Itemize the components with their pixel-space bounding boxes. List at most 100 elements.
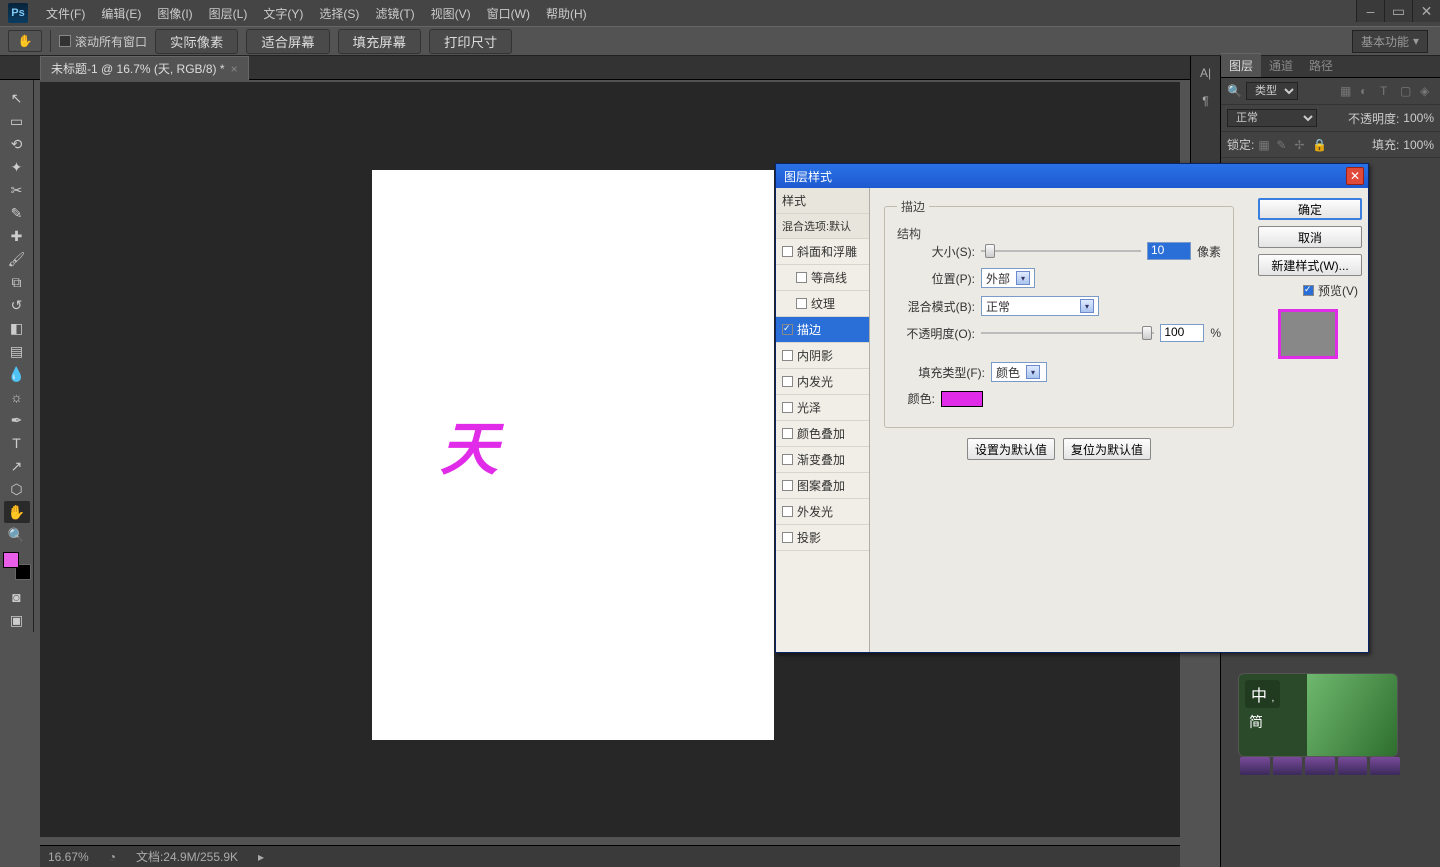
lock-transparent-icon[interactable]: ▦	[1258, 138, 1272, 152]
size-input[interactable]: 10	[1147, 242, 1191, 260]
filter-pixel-icon[interactable]: ▦	[1340, 84, 1354, 98]
checkbox-icon[interactable]	[782, 350, 793, 361]
preview-checkbox[interactable]: 预览(V)	[1258, 282, 1358, 299]
dialog-close-button[interactable]: ✕	[1346, 167, 1364, 185]
lock-paint-icon[interactable]: ✎	[1276, 138, 1290, 152]
thumb-icon[interactable]	[1273, 757, 1303, 775]
filter-smart-icon[interactable]: ◈	[1420, 84, 1434, 98]
style-item[interactable]: 渐变叠加	[776, 447, 869, 473]
quickmask-tool[interactable]: ◙	[4, 586, 30, 608]
lasso-tool[interactable]: ⟲	[4, 133, 30, 155]
maximize-button[interactable]: ▭	[1384, 0, 1412, 22]
cancel-button[interactable]: 取消	[1258, 226, 1362, 248]
checkbox-icon[interactable]	[796, 272, 807, 283]
filter-adjust-icon[interactable]: ◐	[1360, 84, 1374, 98]
hand-tool[interactable]: ✋	[4, 501, 30, 523]
pen-tool[interactable]: ✒	[4, 409, 30, 431]
menu-window[interactable]: 窗口(W)	[479, 1, 538, 26]
style-item[interactable]: 描边	[776, 317, 869, 343]
checkbox-icon[interactable]	[796, 298, 807, 309]
hand-tool-icon[interactable]: ✋	[8, 30, 42, 52]
style-item[interactable]: 光泽	[776, 395, 869, 421]
minimize-button[interactable]: ‒	[1356, 0, 1384, 22]
style-item[interactable]: 外发光	[776, 499, 869, 525]
clone-stamp-tool[interactable]: ⧉	[4, 271, 30, 293]
style-item[interactable]: 纹理	[776, 291, 869, 317]
blending-options-row[interactable]: 混合选项:默认	[776, 214, 869, 239]
reset-default-button[interactable]: 复位为默认值	[1063, 438, 1151, 460]
checkbox-icon[interactable]	[782, 454, 793, 465]
fill-value[interactable]: 100%	[1403, 138, 1434, 152]
zoom-tool[interactable]: 🔍	[4, 524, 30, 546]
screenmode-tool[interactable]: ▣	[4, 609, 30, 631]
checkbox-icon[interactable]	[782, 532, 793, 543]
menu-file[interactable]: 文件(F)	[38, 1, 93, 26]
menu-image[interactable]: 图像(I)	[149, 1, 200, 26]
style-item[interactable]: 颜色叠加	[776, 421, 869, 447]
document-canvas[interactable]: 天	[372, 170, 774, 740]
checkbox-icon[interactable]	[782, 376, 793, 387]
crop-tool[interactable]: ✂	[4, 179, 30, 201]
color-swatch[interactable]	[941, 391, 983, 407]
healing-brush-tool[interactable]: ✚	[4, 225, 30, 247]
layer-kind-selector[interactable]: 类型	[1246, 82, 1298, 100]
style-item[interactable]: 内阴影	[776, 343, 869, 369]
menu-edit[interactable]: 编辑(E)	[93, 1, 149, 26]
dialog-titlebar[interactable]: 图层样式	[776, 164, 1368, 188]
fill-screen-button[interactable]: 填充屏幕	[338, 29, 421, 54]
style-item[interactable]: 图案叠加	[776, 473, 869, 499]
menu-type[interactable]: 文字(Y)	[255, 1, 311, 26]
checkbox-icon[interactable]	[782, 506, 793, 517]
fit-screen-button[interactable]: 适合屏幕	[246, 29, 329, 54]
opacity-input[interactable]: 100	[1160, 324, 1204, 342]
shape-tool[interactable]: ⬡	[4, 478, 30, 500]
style-item[interactable]: 投影	[776, 525, 869, 551]
path-select-tool[interactable]: ↗	[4, 455, 30, 477]
history-brush-tool[interactable]: ↺	[4, 294, 30, 316]
eyedropper-tool[interactable]: ✎	[4, 202, 30, 224]
style-item[interactable]: 斜面和浮雕	[776, 239, 869, 265]
print-size-button[interactable]: 打印尺寸	[429, 29, 512, 54]
paragraph-panel-icon[interactable]: ¶	[1195, 90, 1217, 112]
close-tab-icon[interactable]: ×	[231, 62, 238, 76]
menu-filter[interactable]: 滤镜(T)	[367, 1, 422, 26]
actual-pixels-button[interactable]: 实际像素	[155, 29, 238, 54]
magic-wand-tool[interactable]: ✦	[4, 156, 30, 178]
marquee-tool[interactable]: ▭	[4, 110, 30, 132]
new-style-button[interactable]: 新建样式(W)...	[1258, 254, 1362, 276]
set-default-button[interactable]: 设置为默认值	[967, 438, 1055, 460]
dodge-tool[interactable]: ☼	[4, 386, 30, 408]
filter-type-icon[interactable]: T	[1380, 84, 1394, 98]
menu-view[interactable]: 视图(V)	[423, 1, 479, 26]
status-arrow-icon[interactable]: ▸	[258, 850, 264, 864]
eraser-tool[interactable]: ◧	[4, 317, 30, 339]
move-tool[interactable]: ↖	[4, 87, 30, 109]
opacity-slider[interactable]	[981, 326, 1154, 340]
character-panel-icon[interactable]: A|	[1195, 62, 1217, 84]
checkbox-icon[interactable]	[782, 480, 793, 491]
document-tab[interactable]: 未标题-1 @ 16.7% (天, RGB/8) * ×	[40, 56, 249, 80]
thumb-icon[interactable]	[1305, 757, 1335, 775]
tab-layers[interactable]: 图层	[1221, 53, 1261, 77]
blend-mode-select[interactable]: 正常 ▾	[981, 296, 1099, 316]
styles-header[interactable]: 样式	[776, 188, 869, 214]
ok-button[interactable]: 确定	[1258, 198, 1362, 220]
close-window-button[interactable]: ✕	[1412, 0, 1440, 22]
checkbox-icon[interactable]	[782, 428, 793, 439]
thumb-icon[interactable]	[1338, 757, 1368, 775]
checkbox-icon[interactable]	[782, 324, 793, 335]
tab-channels[interactable]: 通道	[1261, 54, 1301, 77]
opacity-value[interactable]: 100%	[1403, 111, 1434, 125]
zoom-level[interactable]: 16.67%	[48, 850, 89, 864]
thumb-icon[interactable]	[1240, 757, 1270, 775]
lock-position-icon[interactable]: ✢	[1294, 138, 1308, 152]
scroll-all-checkbox[interactable]: 滚动所有窗口	[59, 33, 147, 50]
fg-color-swatch[interactable]	[3, 552, 19, 568]
lock-all-icon[interactable]: 🔒	[1312, 138, 1326, 152]
style-item[interactable]: 等高线	[776, 265, 869, 291]
size-slider[interactable]	[981, 244, 1141, 258]
brush-tool[interactable]: 🖌	[4, 248, 30, 270]
checkbox-icon[interactable]	[782, 246, 793, 257]
menu-layer[interactable]: 图层(L)	[201, 1, 256, 26]
checkbox-icon[interactable]	[782, 402, 793, 413]
